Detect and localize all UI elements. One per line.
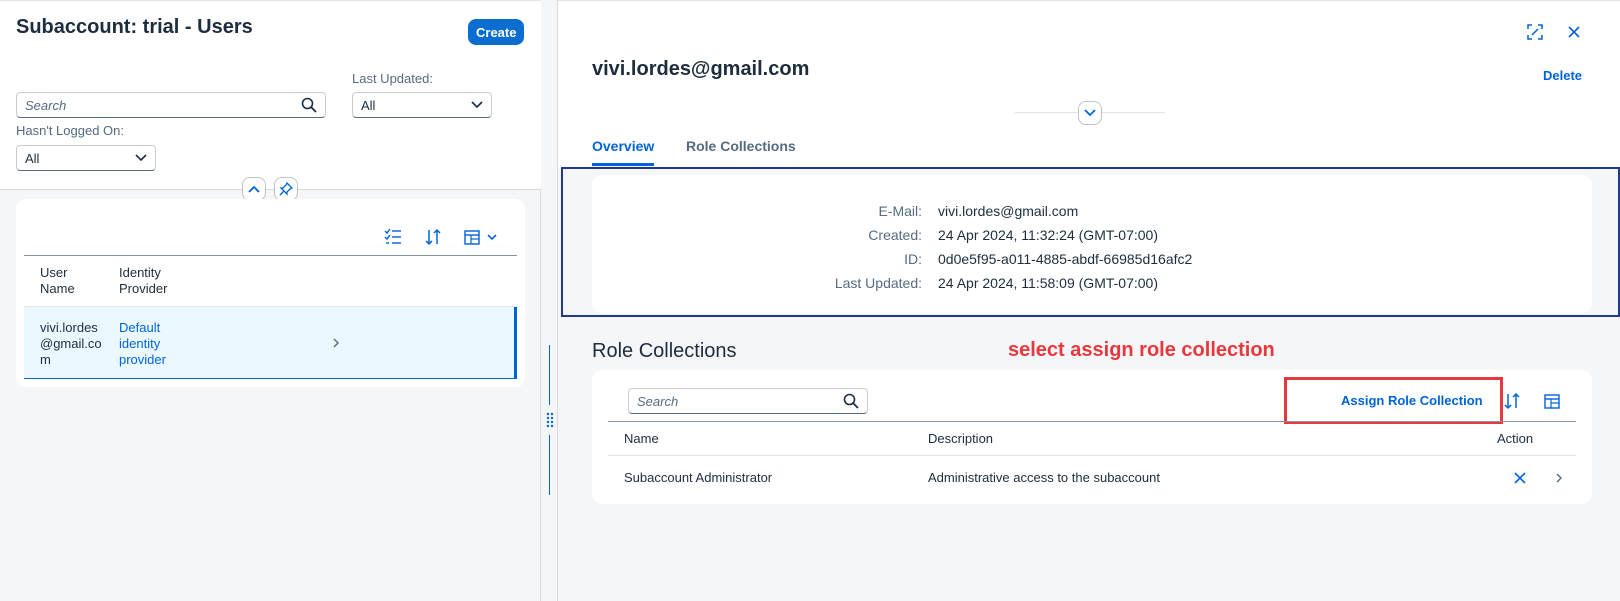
id-value: 0d0e5f95-a011-4885-abdf-66985d16afc2 <box>938 251 1193 267</box>
chevron-down-icon <box>1084 109 1096 117</box>
close-icon[interactable] <box>1564 22 1584 42</box>
last-updated-select[interactable]: All <box>352 92 492 118</box>
remove-icon[interactable] <box>1511 469 1529 487</box>
assign-role-collection-button[interactable]: Assign Role Collection <box>1341 393 1483 408</box>
overview-card <box>592 175 1592 313</box>
last-updated-detail-label: Last Updated: <box>834 275 922 291</box>
logged-on-label: Hasn't Logged On: <box>16 123 124 138</box>
table-settings-icon[interactable] <box>462 226 502 248</box>
col-identity-provider: Identity Provider <box>119 265 168 296</box>
roles-row-line <box>608 455 1576 456</box>
col-description: Description <box>928 431 994 446</box>
delete-button[interactable]: Delete <box>1543 68 1582 83</box>
expand-header-button[interactable] <box>1078 101 1102 125</box>
users-search-input[interactable] <box>25 97 301 113</box>
email-value: vivi.lordes@gmail.com <box>938 203 1079 219</box>
last-updated-detail-value: 24 Apr 2024, 11:58:09 (GMT-07:00) <box>938 275 1158 291</box>
users-search-field[interactable] <box>16 92 326 118</box>
role-description-cell: Administrative access to the subaccount <box>928 470 1160 485</box>
splitter-line <box>549 345 550 405</box>
splitter[interactable] <box>541 0 558 601</box>
page-title: Subaccount: trial - Users <box>16 16 253 38</box>
annotation-text: select assign role collection <box>1008 339 1275 361</box>
col-action: Action <box>1497 431 1534 446</box>
sort-icon[interactable] <box>422 226 444 248</box>
id-label: ID: <box>904 251 922 267</box>
chevron-up-icon <box>248 185 260 193</box>
roles-search-field[interactable] <box>628 388 868 414</box>
identity-provider-link[interactable]: Default identity provider <box>119 320 179 368</box>
tab-role-collections[interactable]: Role Collections <box>686 138 796 166</box>
chevron-right-icon[interactable] <box>1553 471 1565 485</box>
roles-search-input[interactable] <box>637 393 843 409</box>
email-label: E-Mail: <box>878 203 922 219</box>
role-collections-title: Role Collections <box>592 340 737 362</box>
created-value: 24 Apr 2024, 11:32:24 (GMT-07:00) <box>938 227 1158 243</box>
pin-header-button[interactable] <box>274 177 298 201</box>
table-settings-icon[interactable] <box>1541 390 1563 412</box>
tab-overview[interactable]: Overview <box>592 138 655 166</box>
grip-icon[interactable] <box>546 412 554 431</box>
user-name-cell: vivi.lordes@gmail.com <box>40 320 102 367</box>
collapse-header-button[interactable] <box>242 177 266 201</box>
search-icon[interactable] <box>843 393 859 409</box>
last-updated-label: Last Updated: <box>352 71 433 86</box>
roles-header-line <box>608 421 1576 422</box>
pin-icon <box>279 182 293 196</box>
role-name-cell: Subaccount Administrator <box>624 470 773 485</box>
table-header-line <box>24 255 517 256</box>
chevron-right-icon[interactable] <box>330 336 342 350</box>
chevron-down-icon <box>471 101 483 109</box>
logged-on-value: All <box>25 150 40 166</box>
fullscreen-icon[interactable] <box>1525 22 1545 42</box>
sort-icon[interactable] <box>1501 390 1523 412</box>
col-user-name: User Name <box>40 265 75 296</box>
object-title: vivi.lordes@gmail.com <box>592 58 810 80</box>
search-icon[interactable] <box>301 97 317 113</box>
last-updated-value: All <box>361 97 376 113</box>
created-label: Created: <box>868 227 922 243</box>
multi-select-icon[interactable] <box>382 226 404 248</box>
col-name: Name <box>624 431 659 446</box>
splitter-line <box>549 435 550 495</box>
create-button[interactable]: Create <box>468 19 525 45</box>
logged-on-select[interactable]: All <box>16 145 156 171</box>
chevron-down-icon <box>135 154 147 162</box>
